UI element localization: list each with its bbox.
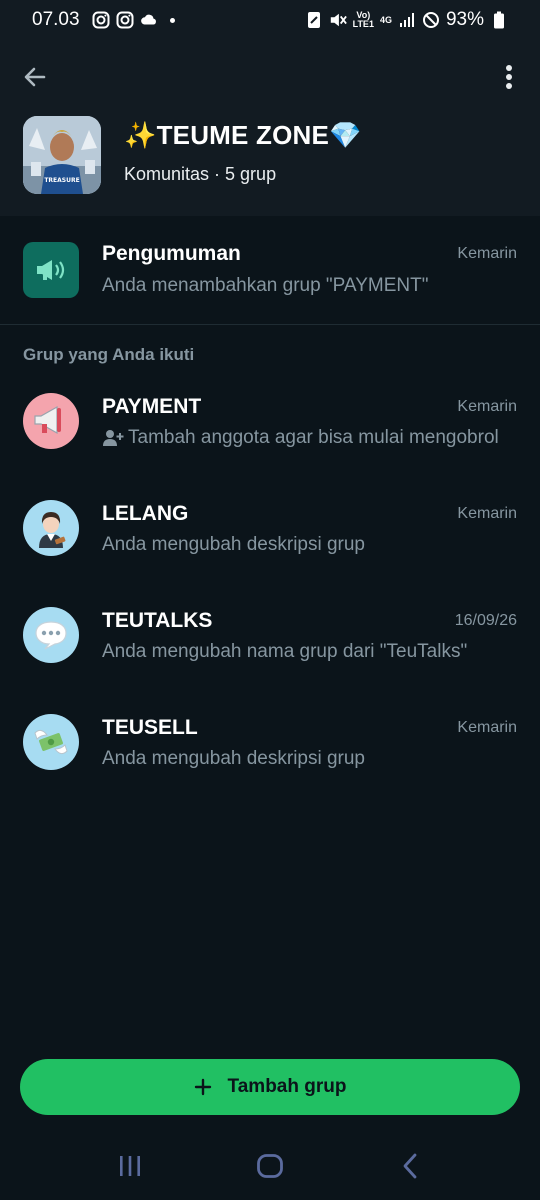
group-time: Kemarin (457, 505, 517, 522)
group-last-message-text: Anda mengubah deskripsi grup (102, 534, 366, 555)
group-last-message-text: Anda mengubah nama grup dari "TeuTalks" (102, 641, 468, 662)
money-wings-icon (34, 729, 68, 755)
announcement-message: Anda menambahkan grup "PAYMENT" (102, 275, 512, 297)
weather-icon (140, 11, 158, 29)
group-avatar (23, 607, 79, 663)
community-avatar[interactable]: TREASURE (23, 116, 101, 194)
add-group-label: Tambah grup (227, 1076, 347, 1097)
judge-icon (39, 512, 66, 548)
add-group-button[interactable]: Tambah grup (20, 1059, 520, 1115)
group-name: LELANG (102, 502, 189, 525)
more-options-button[interactable] (492, 60, 526, 94)
nav-back-button[interactable] (385, 1141, 435, 1191)
group-row-lelang[interactable]: LELANG Kemarin Anda mengubah deskripsi g… (0, 500, 540, 607)
community-photo: TREASURE (23, 116, 101, 194)
group-time: 16/09/26 (454, 612, 517, 629)
chevron-left-icon (403, 1153, 417, 1179)
battery-percent: 93% (445, 9, 484, 30)
speech-bubble-icon (35, 621, 67, 650)
announcement-time: Kemarin (457, 245, 517, 262)
arrow-left-icon (24, 67, 46, 87)
plus-icon (194, 1078, 211, 1096)
group-avatar (23, 393, 79, 449)
community-subtitle: Komunitas · 5 grup (124, 164, 277, 184)
group-time: Kemarin (457, 398, 517, 415)
announcement-icon-wrap (23, 242, 79, 298)
group-name: TEUSELL (102, 716, 198, 739)
announcement-title: Pengumuman (102, 242, 241, 265)
megaphone-icon (37, 260, 65, 280)
battery-icon (490, 11, 508, 29)
instagram-icon (92, 11, 110, 29)
community-header: TREASURE ✨TEUME ZONE💎 Komunitas · 5 grup (0, 40, 540, 216)
back-button[interactable] (18, 60, 52, 94)
home-icon (257, 1154, 283, 1178)
group-last-message: Anda mengubah deskripsi grup (102, 748, 512, 770)
status-right: Vo) LTE1 4G 93% (305, 9, 508, 31)
group-last-message-text: Tambah anggota agar bisa mulai mengobrol (128, 427, 499, 448)
system-nav-bar (0, 1132, 540, 1200)
nfc-icon (305, 11, 323, 29)
group-avatar (23, 714, 79, 770)
recents-button[interactable] (105, 1141, 155, 1191)
group-avatar (23, 500, 79, 556)
network-label: Vo) LTE1 (352, 10, 374, 29)
instagram-icon (116, 11, 134, 29)
group-last-message: Anda mengubah deskripsi grup (102, 534, 512, 556)
group-row-teusell[interactable]: TEUSELL Kemarin Anda mengubah deskripsi … (0, 714, 540, 821)
megaphone-icon (34, 405, 61, 435)
group-row-payment[interactable]: PAYMENT Kemarin Tambah anggota agar bisa… (0, 393, 540, 500)
dnd-icon (422, 11, 440, 29)
group-last-message: Tambah anggota agar bisa mulai mengobrol (102, 427, 512, 449)
status-bar: 07.03 Vo) LTE1 4G 93% (0, 0, 540, 40)
group-last-message: Anda mengubah nama grup dari "TeuTalks" (102, 641, 512, 663)
group-name: PAYMENT (102, 395, 202, 418)
group-name: TEUTALKS (102, 609, 213, 632)
signal-icon (398, 11, 416, 29)
community-title: ✨TEUME ZONE💎 (124, 120, 362, 150)
mute-icon (329, 11, 347, 29)
svg-text:TREASURE: TREASURE (44, 177, 79, 184)
recents-icon (120, 1156, 140, 1176)
group-last-message-text: Anda mengubah deskripsi grup (102, 748, 366, 769)
status-time: 07.03 (32, 9, 80, 30)
status-left: 07.03 (32, 9, 175, 31)
network-type: 4G (379, 14, 392, 25)
announcement-row[interactable]: Pengumuman Kemarin Anda menambahkan grup… (0, 218, 540, 324)
group-time: Kemarin (457, 719, 517, 736)
divider (0, 324, 540, 325)
add-person-icon (103, 430, 124, 446)
dot-icon (169, 17, 175, 23)
announcement-message-text: Anda menambahkan grup "PAYMENT" (102, 275, 429, 296)
section-label: Grup yang Anda ikuti (23, 345, 195, 364)
more-vert-icon (506, 65, 512, 89)
home-button[interactable] (245, 1141, 295, 1191)
group-row-teutalks[interactable]: TEUTALKS 16/09/26 Anda mengubah nama gru… (0, 607, 540, 714)
